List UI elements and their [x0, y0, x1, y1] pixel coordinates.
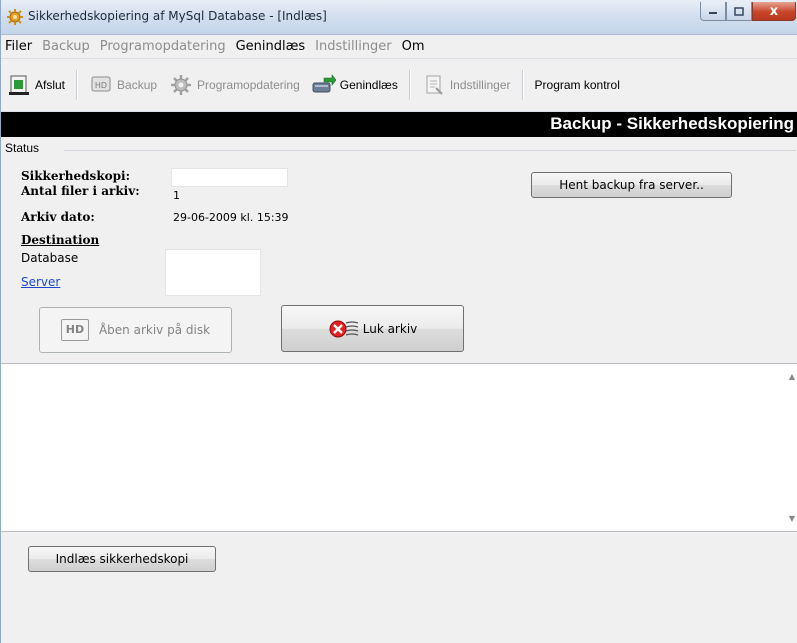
app-window: Sikkerhedskopiering af MySql Database - … [0, 0, 797, 643]
menu-backup[interactable]: Backup [37, 39, 95, 54]
close-icon: x [769, 3, 779, 19]
hard-disk-icon: HD [60, 319, 89, 341]
header-band: Backup - Sikkerhedskopiering [1, 112, 797, 137]
scroll-down-icon[interactable]: ▼ [789, 514, 795, 523]
toolbar-indstillinger-label: Indstillinger [449, 78, 511, 92]
toolbar: Afslut HD Backup Programopdatering Genin… [1, 58, 797, 112]
window-title: Sikkerhedskopiering af MySql Database - … [28, 9, 327, 23]
title-bar: Sikkerhedskopiering af MySql Database - … [1, 0, 797, 35]
toolbar-backup[interactable]: HD Backup [83, 67, 163, 103]
maximize-button[interactable] [726, 2, 752, 21]
menu-om[interactable]: Om [397, 39, 430, 54]
status-group-border [64, 150, 796, 151]
close-archive-icon [329, 320, 358, 337]
indlaes-sikkerhedskopi-button[interactable]: Indlæs sikkerhedskopi [28, 546, 216, 572]
toolbar-afslut[interactable]: Afslut [1, 67, 71, 103]
minimize-button[interactable] [700, 2, 726, 21]
hard-disk-icon: HD [89, 73, 113, 97]
menu-programopdatering[interactable]: Programopdatering [95, 39, 231, 54]
antal-filer-label: Antal filer i arkiv: [21, 184, 140, 198]
arkiv-dato-label: Arkiv dato: [21, 210, 95, 224]
maximize-icon [734, 6, 744, 16]
toolbar-separator [76, 70, 79, 100]
menu-genindlaes[interactable]: Genindlæs [231, 39, 311, 54]
status-group: Status Sikkerhedskopi: Antal filer i ark… [4, 141, 796, 360]
toolbar-program-kontrol[interactable]: Program kontrol [529, 67, 626, 103]
toolbar-afslut-label: Afslut [35, 78, 66, 92]
exit-icon [7, 73, 31, 97]
toolbar-separator [521, 70, 524, 100]
toolbar-programopdatering-label: Programopdatering [197, 78, 300, 92]
toolbar-genindlaes-label: Genindlæs [339, 78, 398, 92]
antal-filer-value: 1 [173, 189, 180, 202]
luk-arkiv-button-label: Luk arkiv [362, 321, 418, 336]
gear-icon [169, 73, 193, 97]
toolbar-program-kontrol-label: Program kontrol [534, 78, 620, 92]
sikkerhedskopi-field [171, 168, 288, 187]
app-gear-icon [7, 9, 23, 25]
menu-bar: Filer Backup Programopdatering Genindlæs… [1, 36, 797, 56]
menu-filer[interactable]: Filer [1, 39, 37, 54]
scroll-up-icon[interactable]: ▲ [789, 372, 795, 381]
page-title: Backup - Sikkerhedskopiering [550, 114, 794, 133]
toolbar-genindlaes[interactable]: Genindlæs [306, 67, 404, 103]
status-legend: Status [5, 141, 44, 155]
menu-indstillinger[interactable]: Indstillinger [310, 39, 396, 54]
destination-field [165, 249, 261, 296]
toolbar-separator [408, 70, 411, 100]
minimize-icon [709, 12, 717, 14]
database-label: Database [21, 251, 79, 265]
server-link[interactable]: Server [21, 275, 60, 289]
aaben-arkiv-button-label: Åben arkiv på disk [98, 323, 211, 337]
svg-text:HD: HD [95, 81, 107, 90]
toolbar-indstillinger[interactable]: Indstillinger [416, 67, 517, 103]
luk-arkiv-button[interactable]: Luk arkiv [281, 305, 464, 352]
sikkerhedskopi-label: Sikkerhedskopi: [21, 169, 131, 183]
indlaes-sikkerhedskopi-button-label: Indlæs sikkerhedskopi [55, 552, 189, 566]
aaben-arkiv-button[interactable]: HD Åben arkiv på disk [39, 307, 232, 353]
hent-backup-button[interactable]: Hent backup fra server.. [531, 172, 732, 198]
close-button[interactable]: x [752, 2, 796, 21]
toolbar-programopdatering[interactable]: Programopdatering [163, 67, 306, 103]
settings-document-icon [422, 73, 446, 97]
caption-buttons: x [700, 2, 796, 22]
arkiv-dato-value: 29-06-2009 kl. 15:39 [173, 211, 289, 224]
hent-backup-button-label: Hent backup fra server.. [559, 178, 704, 192]
restore-icon [312, 73, 336, 97]
toolbar-backup-label: Backup [117, 78, 158, 92]
destination-label: Destination [21, 233, 100, 247]
log-textarea[interactable]: ▲ ▼ [1, 363, 797, 532]
